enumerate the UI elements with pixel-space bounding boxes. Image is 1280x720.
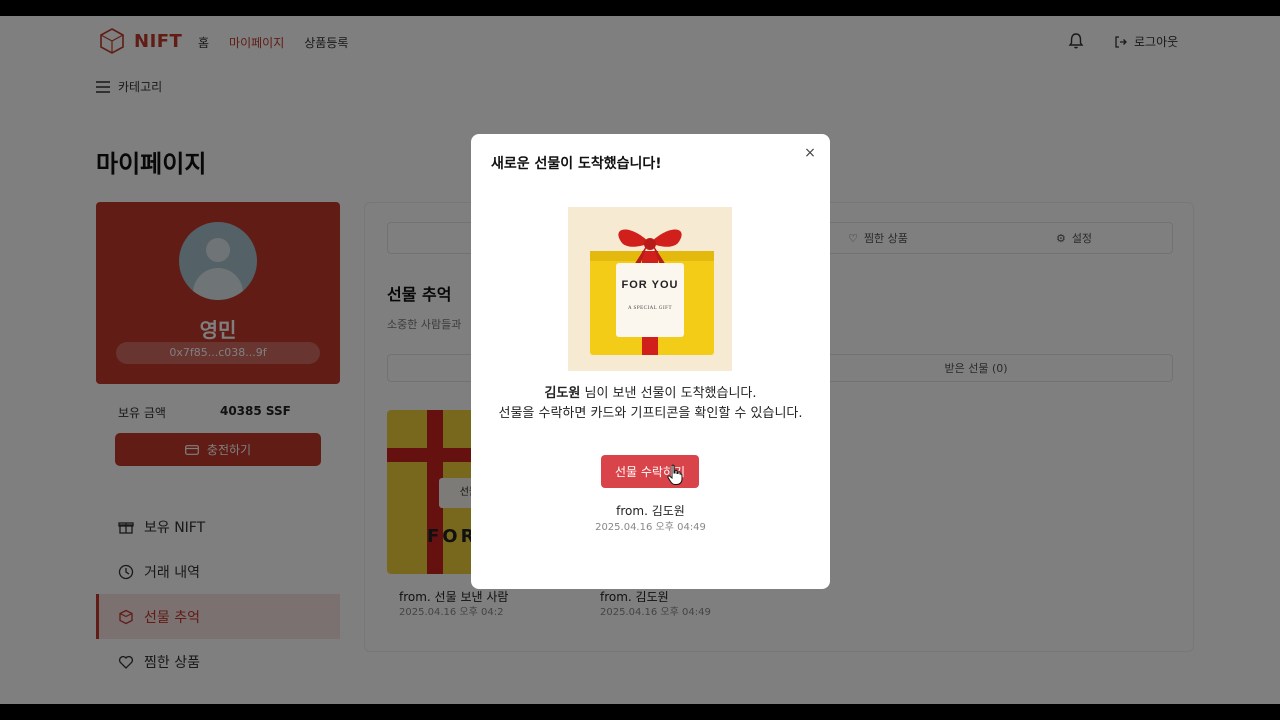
gift-image-main-text: FOR YOU (622, 279, 679, 291)
modal-from: from. 김도원 (616, 504, 685, 518)
app-frame: NIFT 홈 마이페이지 상품등록 로그아웃 카테고리 마이페이지 영민 (0, 16, 1280, 704)
message-line-2: 선물을 수락하면 카드와 기프티콘을 확인할 수 있습니다. (498, 406, 803, 421)
hand-pointer-icon (667, 464, 683, 485)
sender-name: 김도원 (544, 386, 581, 401)
gift-image-sub-text: A SPECIAL GIFT (628, 306, 672, 311)
modal-date: 2025.04.16 오후 04:49 (595, 522, 706, 533)
gift-arrival-modal: 새로운 선물이 도착했습니다! × FOR YOU A SPECIAL GIFT… (471, 134, 830, 589)
gift-image: FOR YOU A SPECIAL GIFT (568, 207, 732, 371)
gift-box-illustration: FOR YOU A SPECIAL GIFT (568, 207, 732, 371)
modal-message: 김도원 님이 보낸 선물이 도착했습니다. 선물을 수락하면 카드와 기프티콘을… (485, 384, 816, 424)
close-icon[interactable]: × (803, 146, 817, 160)
modal-title: 새로운 선물이 도착했습니다! (491, 156, 662, 172)
message-line-1: 님이 보낸 선물이 도착했습니다. (580, 386, 757, 401)
accept-gift-button[interactable]: 선물 수락하기 (601, 455, 699, 488)
